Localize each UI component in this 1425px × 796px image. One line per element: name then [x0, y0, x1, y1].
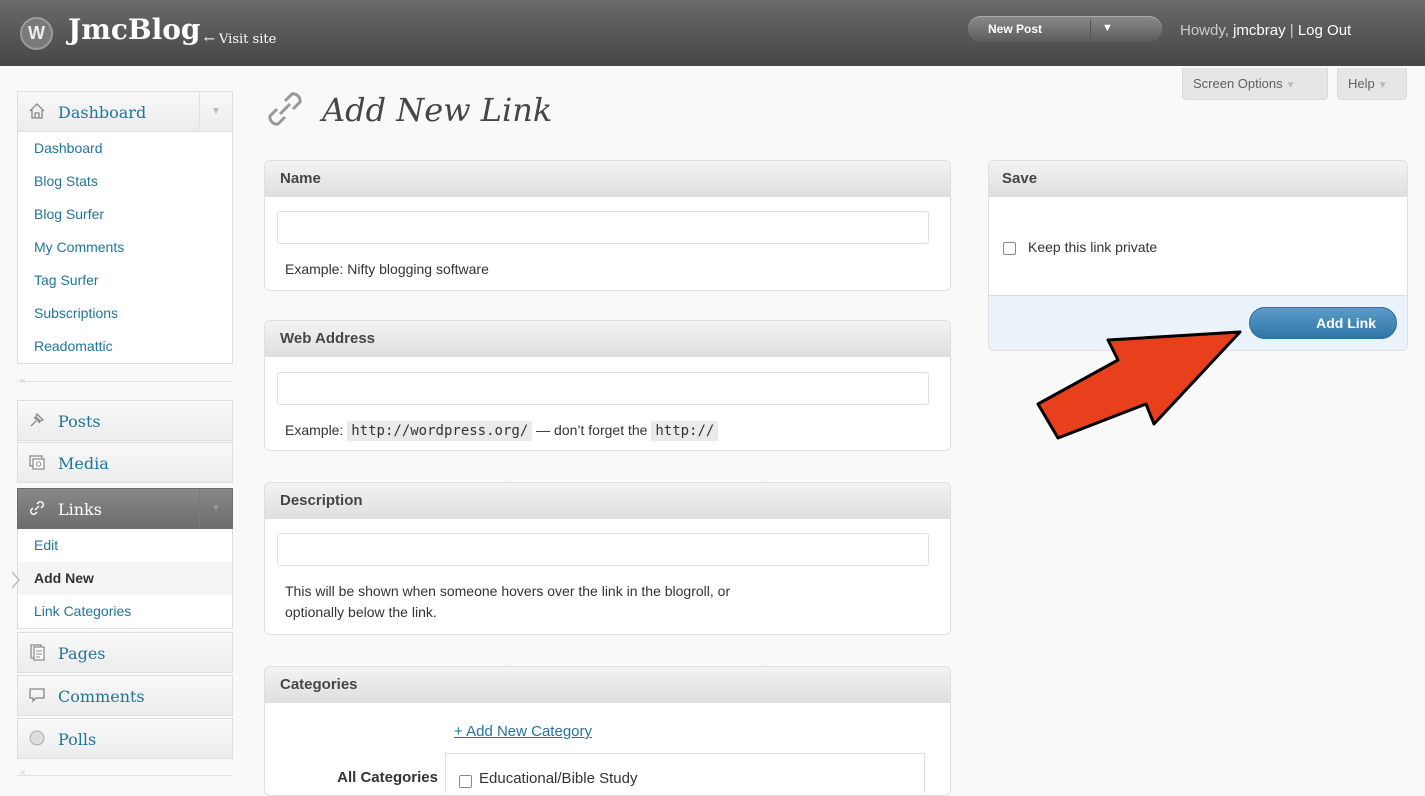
- description-hint-line2: optionally below the link.: [285, 604, 437, 620]
- category-label: Educational/Bible Study: [479, 770, 638, 787]
- red-arrow-annotation: [1036, 330, 1242, 440]
- menu-dashboard[interactable]: Dashboard ▼: [17, 91, 233, 132]
- private-checkbox[interactable]: [1003, 242, 1016, 255]
- menu-comments-label: Comments: [58, 687, 145, 706]
- help-button[interactable]: Help ▼: [1337, 68, 1407, 100]
- new-post-divider: [1090, 19, 1091, 39]
- menu-posts-label: Posts: [58, 412, 101, 431]
- admin-header: W JmcBlog ← Visit site New Post ▼ Howdy,…: [0, 0, 1425, 66]
- page-title: Add New Link: [322, 91, 553, 129]
- chevron-down-icon[interactable]: ▼: [199, 489, 232, 528]
- new-post-button[interactable]: New Post ▼: [968, 16, 1162, 42]
- dashboard-submenu: Dashboard Blog Stats Blog Surfer My Comm…: [17, 132, 233, 364]
- link-icon: [28, 499, 48, 519]
- media-icon: [28, 453, 48, 473]
- home-icon: [28, 102, 48, 122]
- chevron-down-icon[interactable]: ▼: [1102, 22, 1113, 34]
- menu-posts[interactable]: Posts: [17, 400, 233, 441]
- submenu-tag-surfer[interactable]: Tag Surfer: [18, 264, 232, 297]
- submenu-add-new[interactable]: Add New: [18, 562, 232, 595]
- categories-box-inside: + Add New Category All Categories Educat…: [265, 703, 950, 795]
- comment-icon: [28, 686, 48, 706]
- menu-comments[interactable]: Comments: [17, 675, 233, 716]
- menu-media-label: Media: [58, 454, 109, 473]
- chevron-down-icon: ▼: [1285, 80, 1296, 91]
- hint-prefix: Example:: [285, 422, 344, 438]
- submenu-edit[interactable]: Edit: [18, 529, 232, 562]
- help-label: Help: [1348, 76, 1375, 91]
- polls-icon: [28, 729, 48, 749]
- web-address-box-title[interactable]: Web Address: [265, 321, 950, 357]
- category-checklist: Educational/Bible Study: [445, 753, 925, 793]
- submenu-blog-stats[interactable]: Blog Stats: [18, 165, 232, 198]
- hint-code-url: http://wordpress.org/: [347, 421, 533, 441]
- description-box: Description This will be shown when some…: [264, 482, 951, 635]
- screen-options-button[interactable]: Screen Options ▼: [1182, 68, 1328, 100]
- screen-options-label: Screen Options: [1193, 76, 1283, 91]
- menu-separator: [17, 775, 233, 776]
- submenu-my-comments[interactable]: My Comments: [18, 231, 232, 264]
- submenu-readomattic[interactable]: Readomattic: [18, 330, 232, 363]
- description-hint: This will be shown when someone hovers o…: [285, 581, 730, 623]
- menu-links[interactable]: Links ▼: [17, 488, 233, 529]
- links-submenu: Edit Add New Link Categories: [17, 529, 233, 629]
- wordpress-logo-icon: W: [20, 17, 53, 50]
- menu-media[interactable]: Media: [17, 442, 233, 483]
- collapse-icon[interactable]: «: [20, 375, 26, 386]
- categories-box: Categories + Add New Category All Catego…: [264, 666, 951, 796]
- add-link-button[interactable]: Add Link: [1249, 307, 1397, 339]
- pages-icon: [28, 643, 48, 663]
- link-name-input[interactable]: [277, 211, 929, 244]
- separator: |: [1289, 22, 1294, 39]
- link-icon: [262, 86, 308, 132]
- menu-pages-label: Pages: [58, 644, 106, 663]
- name-box: Name Example: Nifty blogging software: [264, 160, 951, 291]
- save-box-title[interactable]: Save: [989, 161, 1407, 197]
- name-hint: Example: Nifty blogging software: [285, 261, 489, 277]
- menu-polls-label: Polls: [58, 730, 97, 749]
- menu-polls[interactable]: Polls: [17, 718, 233, 759]
- menu-pages[interactable]: Pages: [17, 632, 233, 673]
- menu-links-label: Links: [58, 500, 102, 519]
- hint-middle: — don’t forget the: [536, 422, 648, 438]
- hint-code-protocol: http://: [651, 421, 719, 441]
- current-item-pointer: [11, 571, 20, 589]
- site-title[interactable]: JmcBlog: [68, 13, 200, 46]
- web-address-input[interactable]: [277, 372, 929, 405]
- tab-all-categories[interactable]: All Categories: [337, 769, 438, 786]
- private-checkbox-label[interactable]: Keep this link private: [1028, 239, 1157, 255]
- chevron-down-icon: ▼: [1377, 80, 1388, 91]
- category-tabs: All Categories: [275, 753, 445, 793]
- chevron-down-icon[interactable]: ▼: [199, 92, 232, 131]
- submenu-link-categories[interactable]: Link Categories: [18, 595, 232, 628]
- logout-link[interactable]: Log Out: [1298, 22, 1351, 39]
- visit-site-link[interactable]: ← Visit site: [204, 32, 276, 47]
- web-address-box: Web Address Example: http://wordpress.or…: [264, 320, 951, 451]
- username-link[interactable]: jmcbray: [1233, 22, 1286, 39]
- web-address-hint: Example: http://wordpress.org/ — don’t f…: [285, 420, 719, 442]
- description-hint-line1: This will be shown when someone hovers o…: [285, 583, 731, 599]
- howdy-text: Howdy,: [1180, 22, 1229, 39]
- name-box-title[interactable]: Name: [265, 161, 950, 197]
- description-box-title[interactable]: Description: [265, 483, 950, 519]
- add-new-category-link[interactable]: + Add New Category: [454, 723, 592, 740]
- menu-separator: [17, 381, 233, 382]
- submenu-blog-surfer[interactable]: Blog Surfer: [18, 198, 232, 231]
- user-greeting: Howdy, jmcbray | Log Out: [1180, 22, 1351, 39]
- description-input[interactable]: [277, 533, 929, 566]
- new-post-label: New Post: [988, 22, 1043, 36]
- menu-dashboard-label: Dashboard: [58, 103, 147, 122]
- collapse-icon[interactable]: «: [20, 767, 26, 778]
- pushpin-icon: [28, 411, 48, 431]
- categories-box-title[interactable]: Categories: [265, 667, 950, 703]
- submenu-dashboard[interactable]: Dashboard: [18, 132, 232, 165]
- submenu-subscriptions[interactable]: Subscriptions: [18, 297, 232, 330]
